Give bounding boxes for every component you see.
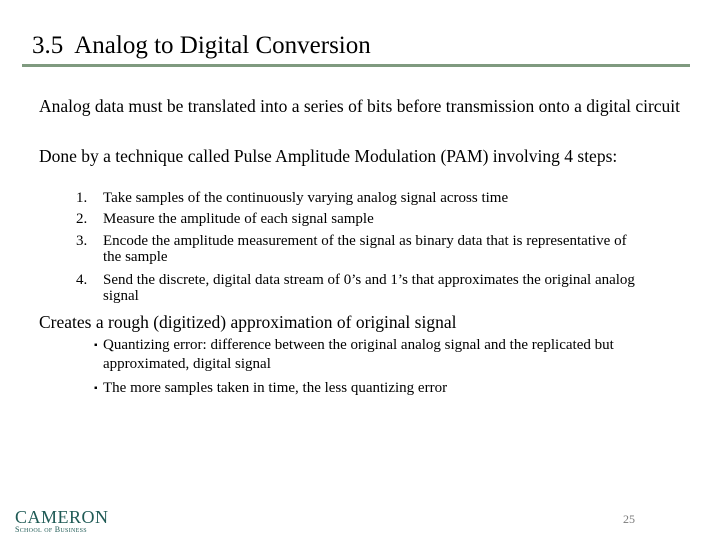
- paragraph-pam: Done by a technique called Pulse Amplitu…: [39, 146, 618, 166]
- list-marker: 1.: [76, 190, 88, 206]
- list-item-text: Encode the amplitude measurement of the …: [103, 233, 627, 265]
- list-item-text: Measure the amplitude of each signal sam…: [103, 211, 374, 227]
- list-item-step-1: 1. Take samples of the continuously vary…: [76, 190, 636, 206]
- bullet-more-samples: ▪ The more samples taken in time, the le…: [94, 379, 654, 398]
- square-bullet-icon: ▪: [94, 340, 98, 351]
- paragraph-approximation: Creates a rough (digitized) approximatio…: [39, 312, 457, 332]
- bullet-text: The more samples taken in time, the less…: [103, 380, 448, 396]
- title-divider: [22, 64, 690, 67]
- bullet-quantizing-error: ▪ Quantizing error: difference between t…: [94, 336, 654, 374]
- section-number: 3.5: [32, 32, 64, 59]
- list-item-step-3: 3. Encode the amplitude measurement of t…: [76, 233, 636, 265]
- title-text: Analog to Digital Conversion: [74, 32, 371, 59]
- list-item-step-2: 2. Measure the amplitude of each signal …: [76, 211, 636, 227]
- list-item-text: Send the discrete, digital data stream o…: [103, 272, 635, 304]
- bullet-text: Quantizing error: difference between the…: [103, 337, 614, 372]
- logo-main-text: CAMERON: [15, 507, 109, 527]
- paragraph-analog-data: Analog data must be translated into a se…: [39, 96, 681, 116]
- page-number: 25: [623, 512, 635, 526]
- list-marker: 4.: [76, 272, 88, 288]
- slide-title: 3.5 Analog to Digital Conversion: [32, 30, 371, 62]
- list-item-step-4: 4. Send the discrete, digital data strea…: [76, 272, 636, 304]
- list-item-text: Take samples of the continuously varying…: [103, 190, 509, 206]
- list-marker: 3.: [76, 233, 88, 249]
- square-bullet-icon: ▪: [94, 383, 98, 394]
- cameron-logo: CAMERON School of Business: [15, 507, 109, 535]
- list-marker: 2.: [76, 211, 88, 227]
